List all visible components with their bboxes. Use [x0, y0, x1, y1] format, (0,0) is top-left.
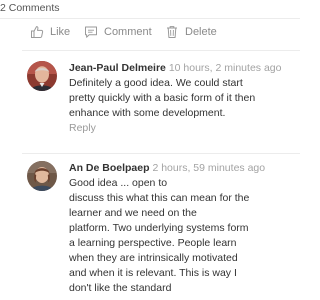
- comment-timestamp: 2 hours, 59 minutes ago: [152, 162, 266, 174]
- comment-timestamp: 10 hours, 2 minutes ago: [168, 62, 282, 74]
- comment-body-line: discuss this what this can mean for the: [69, 192, 250, 204]
- comments-count: 2 Comments: [0, 2, 60, 14]
- comment-body: Good idea ... open to discuss this what …: [69, 176, 300, 296]
- comment-body-line: and when it is relevant. This is way I: [69, 267, 237, 279]
- header-divider: [0, 18, 300, 19]
- user-photo-icon: [27, 61, 57, 91]
- comment-body-line: Definitely a good idea. We could start: [69, 77, 243, 89]
- delete-label: Delete: [185, 26, 217, 38]
- user-photo-icon: [27, 161, 57, 191]
- actions-divider: [22, 50, 300, 51]
- comment-body-line: learner and we need on the: [69, 207, 197, 219]
- comment-body-line: enhance with some development.: [69, 107, 226, 119]
- comment-content: Jean-Paul Delmeire 10 hours, 2 minutes a…: [69, 61, 300, 136]
- comment-meta: Jean-Paul Delmeire 10 hours, 2 minutes a…: [69, 61, 300, 76]
- comment-body-line: pretty quickly with a basic form of it t…: [69, 92, 256, 104]
- reply-link[interactable]: Reply: [69, 121, 300, 136]
- comment-body-line: don't like the standard: [69, 282, 172, 294]
- avatar[interactable]: [27, 61, 57, 91]
- comment-label: Comment: [104, 26, 152, 38]
- comment-body: Definitely a good idea. We could start p…: [69, 76, 300, 121]
- like-label: Like: [50, 26, 71, 38]
- comment-content: An De Boelpaep 2 hours, 59 minutes ago G…: [69, 161, 300, 296]
- comment-author[interactable]: An De Boelpaep: [69, 162, 150, 174]
- comment-body-line: platform. Two underlying systems form: [69, 222, 249, 234]
- comment-body-line: when they are intrinsically motivated: [69, 252, 238, 264]
- comment-body-line: Good idea ... open to: [69, 177, 168, 189]
- speech-bubble-icon: [85, 26, 97, 38]
- comment-body-line: a learning perspective. People learn: [69, 237, 237, 249]
- comment-meta: An De Boelpaep 2 hours, 59 minutes ago: [69, 161, 300, 176]
- avatar[interactable]: [27, 161, 57, 191]
- comments-panel: 2 Comments Like Comment Delete Jean-Paul…: [0, 0, 300, 300]
- comment-author[interactable]: Jean-Paul Delmeire: [69, 62, 166, 74]
- trash-icon: [167, 26, 177, 38]
- comment-divider: [22, 153, 300, 154]
- thumbs-up-icon: [31, 26, 44, 38]
